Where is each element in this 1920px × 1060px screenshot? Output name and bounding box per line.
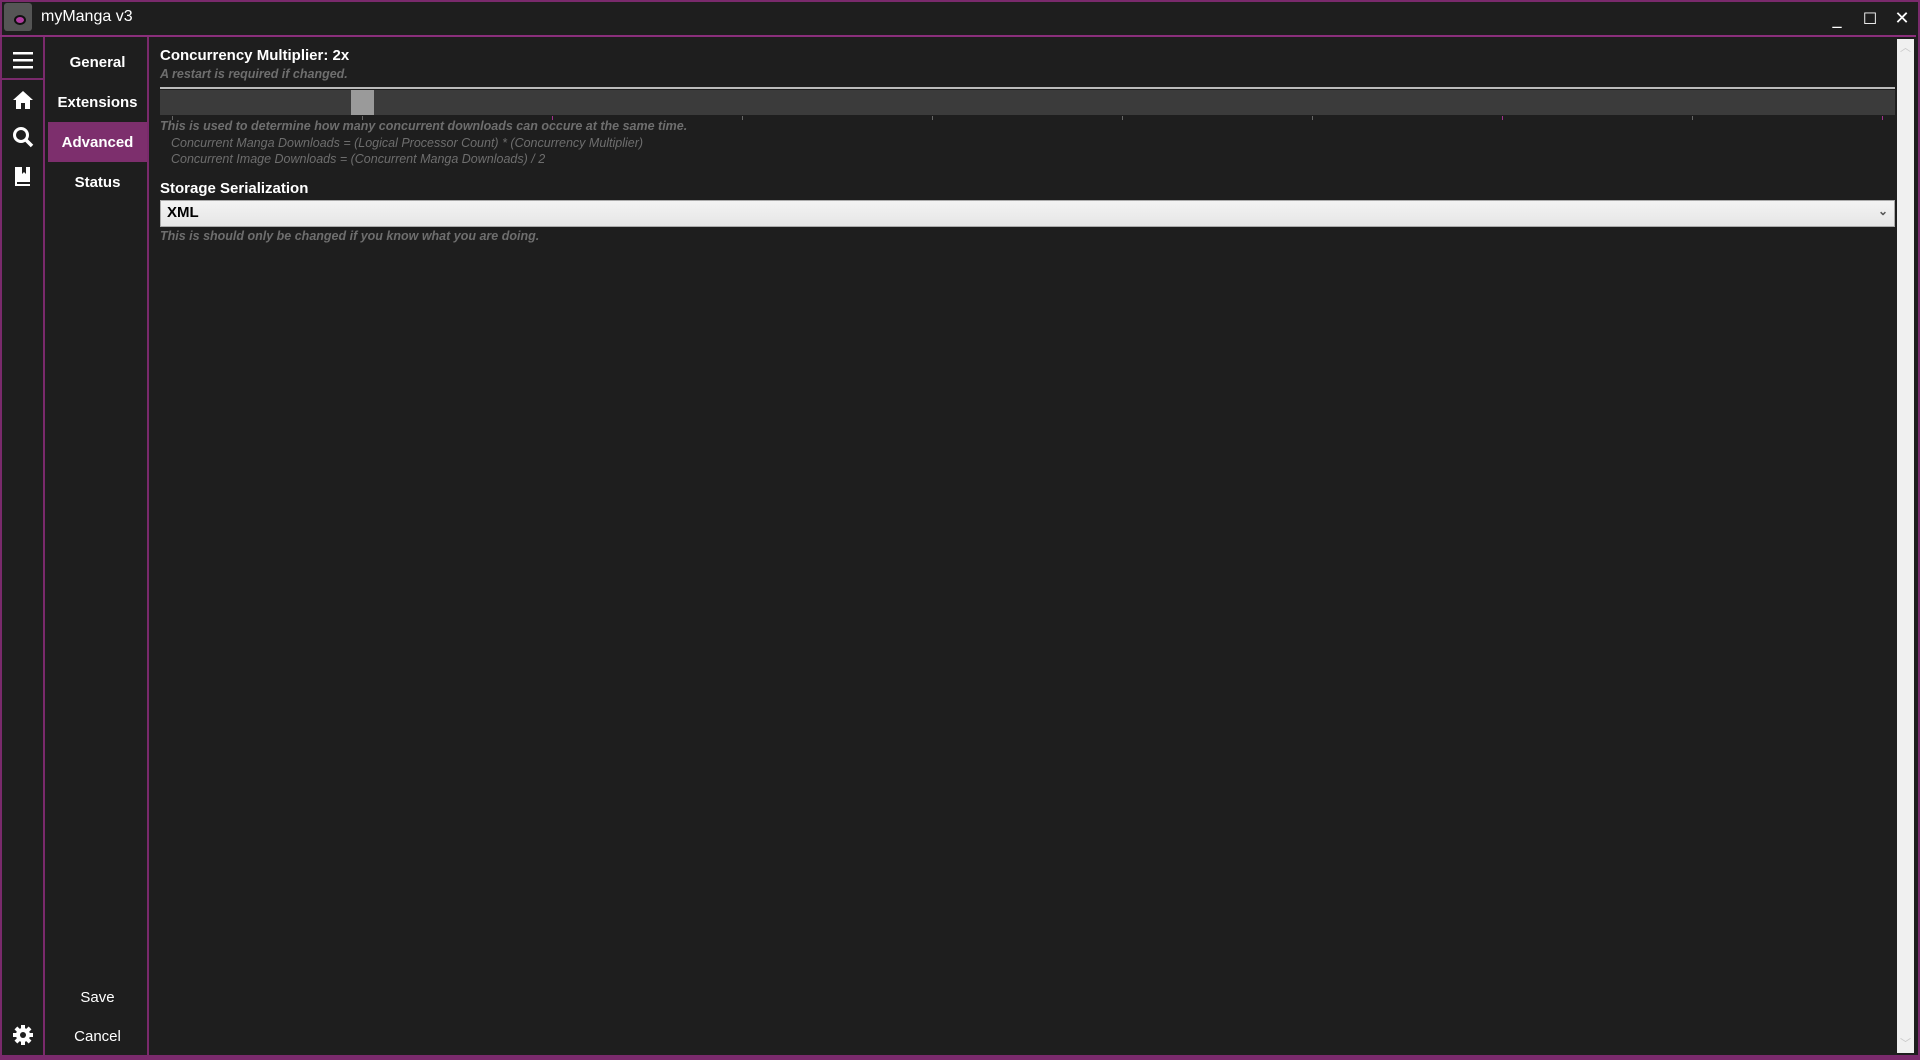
cancel-button[interactable]: Cancel [48,1016,147,1056]
storage-note: This is should only be changed if you kn… [160,229,540,243]
nav-extensions[interactable]: Extensions [48,82,147,122]
slider-tick [742,116,743,120]
maximize-button[interactable]: ☐ [1855,4,1885,32]
formula-manga: Concurrent Manga Downloads = (Logical Pr… [171,136,644,150]
scroll-up-icon[interactable]: ︿ [1897,39,1914,55]
scroll-down-icon[interactable]: ﹀ [1897,1035,1914,1051]
scrollbar[interactable]: ︿ ﹀ [1897,39,1914,1053]
library-icon[interactable] [0,158,45,194]
restart-note: A restart is required if changed. [160,67,348,81]
app-logo [4,3,32,31]
concurrency-slider[interactable] [160,87,1895,121]
icon-rail [0,37,45,1055]
slider-tick [1502,116,1503,120]
menu-icon[interactable] [0,41,45,80]
nav-status[interactable]: Status [48,162,147,202]
gear-icon[interactable] [0,1017,45,1053]
home-icon[interactable] [0,82,45,118]
concurrency-description: This is used to determine how many concu… [160,119,688,133]
slider-thumb[interactable] [351,90,374,115]
settings-nav: General Extensions Advanced Status Save … [46,37,149,1055]
slider-tick [1122,116,1123,120]
save-button[interactable]: Save [48,977,147,1017]
window-title: myManga v3 [41,8,133,25]
storage-title: Storage Serialization [160,180,309,197]
nav-general[interactable]: General [48,42,147,82]
slider-tick [1692,116,1693,120]
concurrency-title: Concurrency Multiplier: 2x [160,47,350,64]
search-icon[interactable] [0,119,45,155]
nav-advanced[interactable]: Advanced [48,122,147,162]
slider-tick [932,116,933,120]
slider-tick [1882,116,1883,120]
close-button[interactable]: ✕ [1887,4,1917,32]
slider-tick [1312,116,1313,120]
title-bar: myManga v3 _ ☐ ✕ [0,0,1916,37]
chevron-down-icon: ⌄ [1877,204,1888,218]
storage-serialization-select[interactable]: XML ⌄ [160,200,1895,227]
formula-image: Concurrent Image Downloads = (Concurrent… [171,152,546,166]
selected-value: XML [167,204,199,221]
minimize-button[interactable]: _ [1822,4,1852,32]
